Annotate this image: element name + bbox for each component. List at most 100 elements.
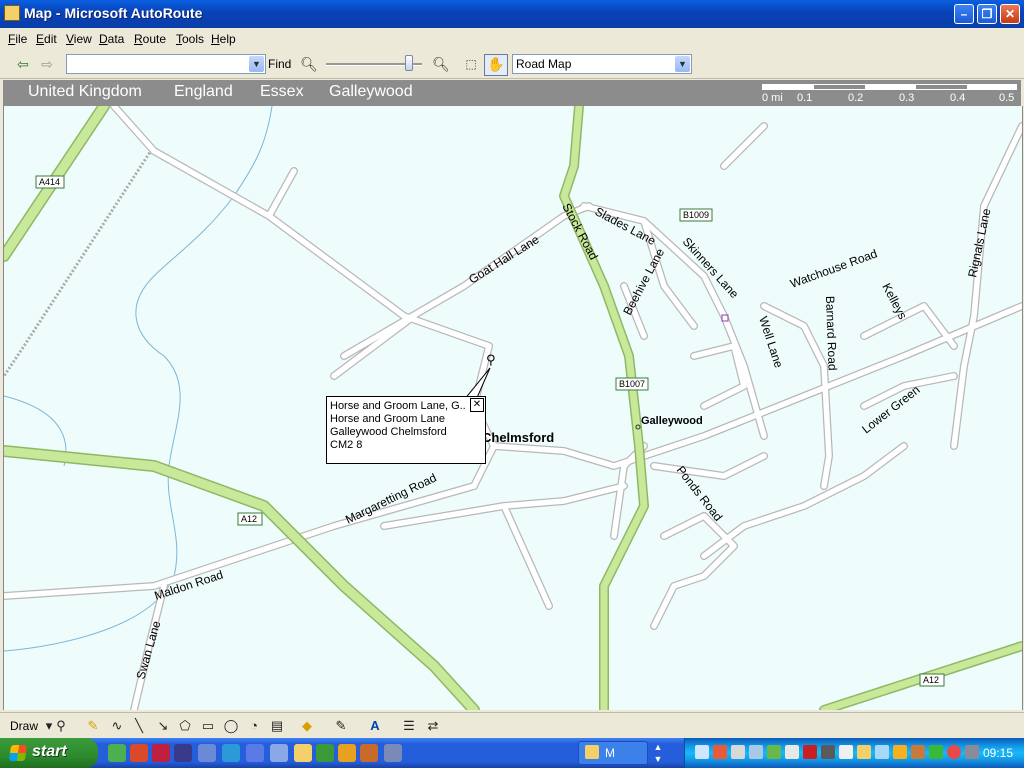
popup-postcode: CM2 8 (330, 439, 363, 451)
tray-icon[interactable] (749, 745, 763, 759)
rectangle-tool-icon[interactable]: ▭ (199, 718, 217, 734)
draw-menu-button[interactable]: Draw (10, 719, 38, 733)
tray-icon[interactable] (767, 745, 781, 759)
line-style-icon[interactable]: ☰ (400, 718, 418, 734)
zoom-in-icon[interactable]: 🔍︎ (432, 55, 450, 73)
road-label: Well Lane (756, 315, 786, 370)
oval-tool-icon[interactable]: ◯ (222, 718, 240, 734)
line-color-icon[interactable]: ✎ (332, 718, 350, 734)
tray-icon[interactable] (839, 745, 853, 759)
polygon-tool-icon[interactable]: ⬠ (176, 718, 194, 734)
drawing-toolbar: Draw ▾ ⚲ ✎ ∿ ╲ ↘ ⬠ ▭ ◯ ◔ ▤ ◆ ✎ A ☰ ⇄ (0, 712, 1024, 739)
tray-icon[interactable] (695, 745, 709, 759)
scale-label: 0.1 (797, 92, 813, 104)
popup-title: Horse and Groom Lane, G... (330, 400, 465, 412)
start-button[interactable]: start (0, 738, 98, 768)
forward-arrow-icon[interactable]: ⇨ (38, 55, 56, 73)
tray-icon[interactable] (893, 745, 907, 759)
zoom-out-icon[interactable]: 🔍︎ (300, 55, 318, 73)
clock: 09:15 (982, 746, 1013, 760)
toolbar: ⇦ ⇨ ▼ Find 🔍︎ 🔍︎ ⬚ ✋ Road Map ▼ (0, 50, 1024, 79)
breadcrumb-town[interactable]: Galleywood (329, 83, 413, 101)
tray-icon[interactable] (929, 745, 943, 759)
tray-icon[interactable] (965, 745, 979, 759)
location-popup[interactable]: Horse and Groom Lane, G... Horse and Gro… (326, 396, 486, 464)
menu-file[interactable]: File (8, 32, 27, 46)
highlighter-icon[interactable]: ✎ (84, 718, 102, 734)
road-label: Kelleys (879, 281, 910, 322)
quicklaunch-icon[interactable] (360, 744, 378, 762)
tray-icon[interactable] (785, 745, 799, 759)
chevron-down-icon[interactable]: ▼ (249, 56, 264, 72)
quicklaunch-icon[interactable] (108, 744, 126, 762)
tray-icon[interactable] (713, 745, 727, 759)
menu-edit[interactable]: Edit (36, 32, 57, 46)
radius-tool-icon[interactable]: ◔ (245, 718, 263, 734)
map-style-select[interactable]: Road Map ▼ (512, 54, 692, 74)
arrow-style-icon[interactable]: ⇄ (424, 718, 442, 734)
quicklaunch-icon[interactable] (152, 744, 170, 762)
tray-icon[interactable] (857, 745, 871, 759)
map-canvas[interactable]: Goat Hall Lane Stock Road Slades Lane Sk… (3, 106, 1023, 710)
road-label: Watchouse Road (788, 246, 879, 290)
freeform-icon[interactable]: ∿ (108, 718, 126, 734)
tray-icon[interactable] (821, 745, 835, 759)
road-shield: A414 (39, 177, 60, 187)
quicklaunch-icon[interactable] (198, 744, 216, 762)
breadcrumb-country[interactable]: United Kingdom (28, 83, 142, 101)
chevron-down-icon[interactable]: ▼ (675, 56, 690, 72)
windows-logo-icon (8, 745, 28, 761)
find-button[interactable]: Find (268, 57, 291, 71)
pushpin-icon: ⚲ (486, 353, 496, 368)
road-shield: B1009 (683, 210, 709, 220)
tray-icon[interactable] (947, 745, 961, 759)
maximize-button[interactable]: ❐ (977, 4, 997, 24)
taskbar: start M ▲ ▼ 09:15 (0, 738, 1024, 768)
quicklaunch-icon[interactable] (294, 744, 312, 762)
road-label: Rignals Lane (965, 207, 993, 279)
close-button[interactable]: ✕ (1000, 4, 1020, 24)
taskbar-window-button[interactable]: M (578, 741, 648, 765)
find-input[interactable]: ▼ (66, 54, 266, 74)
taskbar-scroll[interactable]: ▲ ▼ (652, 741, 664, 765)
pushpin-tool-icon[interactable]: ⚲ (52, 718, 70, 734)
back-arrow-icon[interactable]: ⇦ (14, 55, 32, 73)
quicklaunch-icon[interactable] (338, 744, 356, 762)
minimize-button[interactable]: – (954, 4, 974, 24)
menu-view[interactable]: View (66, 32, 92, 46)
tray-icon[interactable] (803, 745, 817, 759)
quicklaunch-icon[interactable] (316, 744, 334, 762)
menu-help[interactable]: Help (211, 32, 236, 46)
road-label: Swan Lane (133, 619, 163, 681)
app-icon[interactable] (4, 5, 20, 21)
breadcrumb-region[interactable]: England (174, 83, 233, 101)
quicklaunch-icon[interactable] (246, 744, 264, 762)
road-label: Goat Hall Lane (466, 232, 542, 286)
line-tool-icon[interactable]: ╲ (130, 718, 148, 734)
scale-label: 0 mi (762, 92, 783, 104)
text-box-icon[interactable]: ▤ (268, 718, 286, 734)
menu-route[interactable]: Route (134, 32, 166, 46)
select-tool-icon[interactable]: ⬚ (462, 55, 480, 73)
quicklaunch-icon[interactable] (130, 744, 148, 762)
quicklaunch-icon[interactable] (384, 744, 402, 762)
zoom-slider-thumb[interactable] (404, 55, 413, 71)
quicklaunch-icon[interactable] (174, 744, 192, 762)
scale-bar (762, 84, 1017, 90)
fill-color-icon[interactable]: ◆ (298, 718, 316, 734)
tray-icon[interactable] (875, 745, 889, 759)
font-color-icon[interactable]: A (366, 718, 384, 734)
scale-label: 0.4 (950, 92, 966, 104)
pan-hand-icon[interactable]: ✋ (484, 54, 508, 76)
quicklaunch-icon[interactable] (222, 744, 240, 762)
arrow-tool-icon[interactable]: ↘ (154, 718, 172, 734)
scale-label: 0.2 (848, 92, 864, 104)
quicklaunch-icon[interactable] (270, 744, 288, 762)
tray-icon[interactable] (911, 745, 925, 759)
menu-data[interactable]: Data (99, 32, 124, 46)
road-label: Barnard Road (823, 296, 840, 371)
tray-icon[interactable] (731, 745, 745, 759)
menu-tools[interactable]: Tools (176, 32, 204, 46)
popup-close-button[interactable]: ✕ (470, 398, 484, 412)
breadcrumb-county[interactable]: Essex (260, 83, 304, 101)
